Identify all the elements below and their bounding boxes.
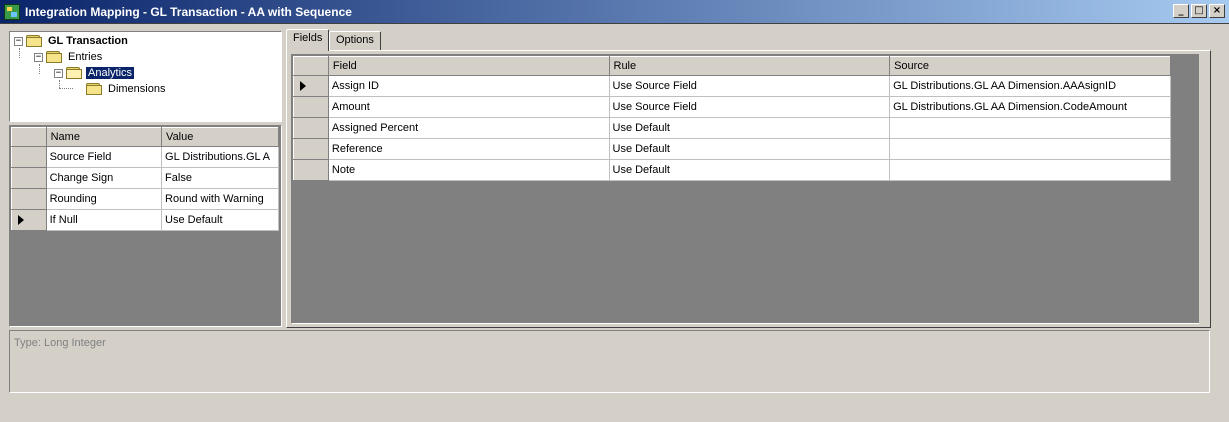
grid-header-row: Field Rule Source (293, 56, 1171, 76)
rule-cell[interactable]: Use Default (609, 138, 891, 160)
rule-cell[interactable]: Use Source Field (609, 96, 891, 118)
tree-item-label: Analytics (86, 67, 135, 79)
grid-header-row: Name Value (11, 127, 279, 147)
tree-item-label: GL Transaction (48, 35, 128, 47)
folder-icon (26, 35, 42, 47)
tab-options[interactable]: Options (329, 31, 381, 50)
current-row-arrow-icon (18, 215, 24, 225)
title-bar[interactable]: Integration Mapping - GL Transaction - A… (0, 0, 1229, 24)
tree-item-label: Dimensions (108, 83, 166, 95)
rule-cell[interactable]: Use Default (609, 117, 891, 139)
property-name: Change Sign (46, 167, 163, 189)
folder-icon (46, 51, 62, 63)
row-selector[interactable] (293, 75, 329, 97)
property-name: If Null (46, 209, 163, 231)
column-header-rule[interactable]: Rule (608, 56, 891, 76)
folder-open-icon (66, 67, 82, 79)
source-cell[interactable]: GL Distributions.GL AA Dimension.AAAsign… (889, 75, 1171, 97)
table-row[interactable]: Amount Use Source Field GL Distributions… (293, 96, 1171, 118)
property-value[interactable]: Round with Warning (161, 188, 279, 210)
app-icon (4, 3, 20, 20)
table-row[interactable]: Reference Use Default (293, 138, 1171, 160)
field-cell[interactable]: Assign ID (328, 75, 610, 97)
type-info-panel: Type: Long Integer (9, 330, 1210, 393)
field-cell[interactable]: Amount (328, 96, 610, 118)
minimize-button[interactable]: _ (1173, 4, 1189, 18)
source-cell[interactable] (889, 117, 1171, 139)
row-selector[interactable] (11, 146, 47, 168)
collapse-icon[interactable]: − (54, 68, 63, 78)
corner-cell (11, 127, 47, 147)
column-header-field[interactable]: Field (327, 56, 610, 76)
column-header-value[interactable]: Value (161, 127, 279, 147)
tree-item-dimensions[interactable]: Dimensions (86, 81, 167, 97)
window-controls: _ □ × (1173, 4, 1225, 18)
fields-grid[interactable]: Field Rule Source Assign ID Use Source F… (291, 54, 1200, 324)
folder-icon (86, 83, 102, 95)
tree-item-gl-transaction[interactable]: − GL Transaction (14, 33, 130, 49)
tree-item-label: Entries (68, 51, 103, 63)
scrollbar-track[interactable] (1199, 54, 1208, 324)
row-selector[interactable] (293, 117, 329, 139)
row-selector[interactable] (293, 138, 329, 160)
column-header-name[interactable]: Name (45, 127, 163, 147)
window-title: Integration Mapping - GL Transaction - A… (25, 4, 352, 19)
rule-cell[interactable]: Use Default (609, 159, 891, 181)
property-value[interactable]: False (161, 167, 279, 189)
property-row[interactable]: Change Sign False (11, 167, 279, 189)
row-selector[interactable] (11, 209, 47, 231)
maximize-button[interactable]: □ (1191, 4, 1207, 18)
table-row[interactable]: Assigned Percent Use Default (293, 117, 1171, 139)
corner-cell (293, 56, 329, 76)
collapse-icon[interactable]: − (34, 52, 43, 62)
table-row[interactable]: Assign ID Use Source Field GL Distributi… (293, 75, 1171, 97)
property-value[interactable]: GL Distributions.GL A (161, 146, 279, 168)
collapse-icon[interactable]: − (14, 36, 23, 46)
source-cell[interactable]: GL Distributions.GL AA Dimension.CodeAmo… (889, 96, 1171, 118)
tree-item-entries[interactable]: − Entries (34, 49, 104, 65)
field-cell[interactable]: Note (328, 159, 610, 181)
source-cell[interactable] (889, 159, 1171, 181)
properties-grid[interactable]: Name Value Source Field GL Distributions… (9, 125, 282, 327)
tree-item-analytics[interactable]: − Analytics (54, 65, 135, 81)
type-info-text: Type: Long Integer (14, 337, 106, 349)
property-value[interactable]: Use Default (161, 209, 279, 231)
property-row[interactable]: If Null Use Default (11, 209, 279, 231)
property-row[interactable]: Rounding Round with Warning (11, 188, 279, 210)
field-cell[interactable]: Assigned Percent (328, 117, 610, 139)
source-cell[interactable] (889, 138, 1171, 160)
row-selector[interactable] (11, 188, 47, 210)
row-selector[interactable] (293, 159, 329, 181)
current-row-arrow-icon (300, 81, 306, 91)
tab-fields[interactable]: Fields (286, 29, 330, 51)
property-name: Rounding (46, 188, 163, 210)
rule-cell[interactable]: Use Source Field (609, 75, 891, 97)
status-bar (0, 400, 1229, 422)
close-button[interactable]: × (1209, 4, 1225, 18)
table-row[interactable]: Note Use Default (293, 159, 1171, 181)
field-cell[interactable]: Reference (328, 138, 610, 160)
column-header-source[interactable]: Source (889, 56, 1171, 76)
property-name: Source Field (46, 146, 163, 168)
row-selector[interactable] (11, 167, 47, 189)
mapping-tree[interactable]: − GL Transaction − Entries − Analytics D… (9, 31, 282, 122)
row-selector[interactable] (293, 96, 329, 118)
property-row[interactable]: Source Field GL Distributions.GL A (11, 146, 279, 168)
